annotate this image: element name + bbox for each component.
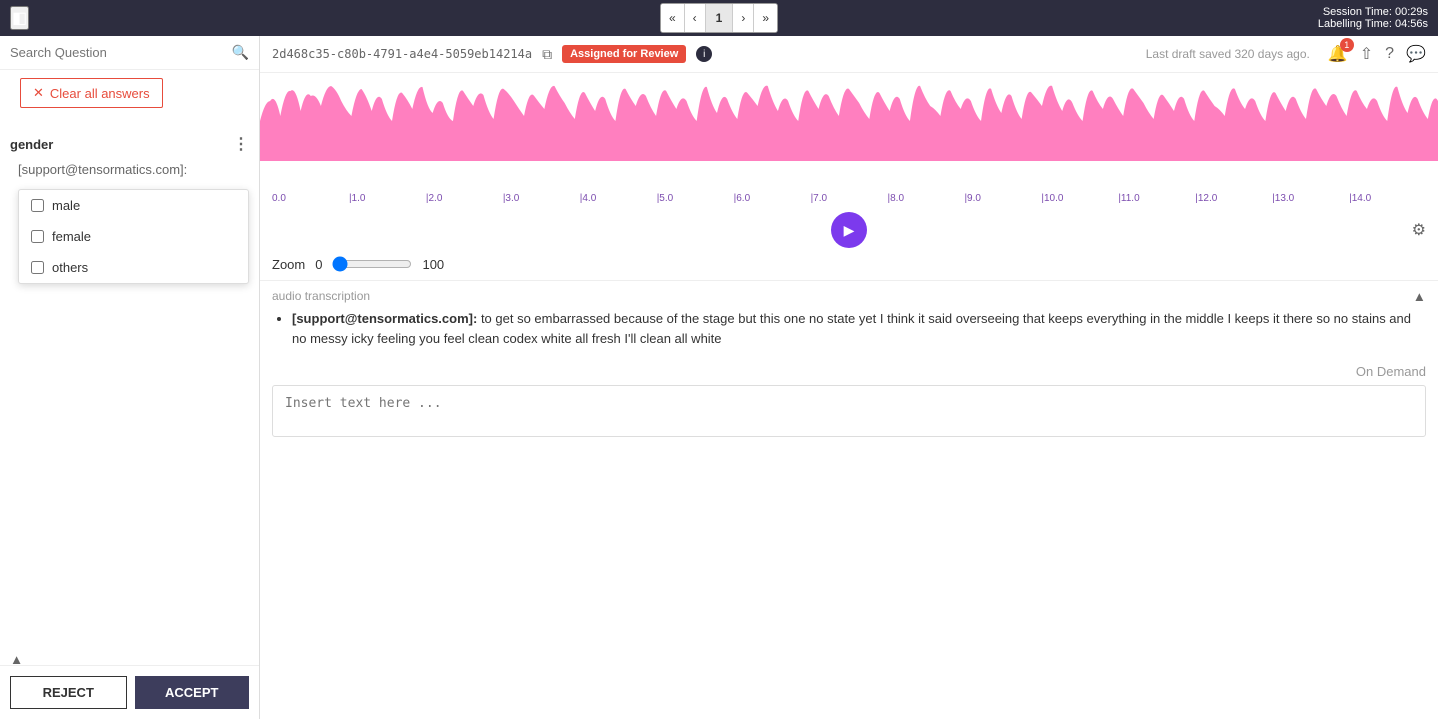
sidebar: 🔍 ✕ Clear all answers gender ⋮ [support@… <box>0 36 260 719</box>
search-input[interactable] <box>10 45 232 60</box>
info-icon[interactable]: i <box>696 46 712 62</box>
review-badge: Assigned for Review <box>562 45 686 63</box>
zoom-max: 100 <box>422 257 444 272</box>
logo-icon: ◧ <box>12 10 27 27</box>
time-8: |8.0 <box>888 193 965 204</box>
question-section: gender ⋮ [support@tensormatics.com]: mal… <box>0 124 259 665</box>
time-9: |9.0 <box>964 193 1041 204</box>
time-6: |6.0 <box>734 193 811 204</box>
time-7: |7.0 <box>811 193 888 204</box>
time-5: |5.0 <box>657 193 734 204</box>
reject-button[interactable]: REJECT <box>10 676 127 709</box>
time-0: 0.0 <box>272 193 349 204</box>
help-button[interactable]: ? <box>1385 45 1394 63</box>
content-area: 2d468c35-c80b-4791-a4e4-5059eb14214a ⧉ A… <box>260 36 1438 719</box>
transcript-item: [support@tensormatics.com]: to get so em… <box>292 309 1426 348</box>
time-4: |4.0 <box>580 193 657 204</box>
header-icons: 🔔 1 ⇧ ? 💬 <box>1328 44 1426 64</box>
zoom-slider[interactable] <box>332 256 412 272</box>
top-bar: ◧ « ‹ 1 › » Session Time: 00:29s Labelli… <box>0 0 1438 36</box>
messages-button[interactable]: 💬 <box>1406 44 1426 64</box>
time-10: |10.0 <box>1041 193 1118 204</box>
ondemand-section: On Demand <box>260 356 1438 450</box>
labelling-time: Labelling Time: 04:56s <box>1318 18 1428 30</box>
session-info: Session Time: 00:29s Labelling Time: 04:… <box>1318 6 1428 30</box>
transcript-section: ▲ audio transcription [support@tensormat… <box>260 280 1438 356</box>
time-13: |13.0 <box>1272 193 1349 204</box>
prev-page-button[interactable]: ‹ <box>685 4 706 32</box>
play-button[interactable]: ▶ <box>831 212 867 248</box>
time-2: |2.0 <box>426 193 503 204</box>
content-header: 2d468c35-c80b-4791-a4e4-5059eb14214a ⧉ A… <box>260 36 1438 73</box>
first-page-button[interactable]: « <box>661 4 685 32</box>
session-time: Session Time: 00:29s <box>1318 6 1428 18</box>
gender-dropdown: male female others <box>18 189 249 284</box>
collapse-transcript-button[interactable]: ▲ <box>1413 289 1426 304</box>
waveform-container[interactable]: // We'll just draw with CSS/SVG rects as… <box>260 73 1438 193</box>
transcript-label: audio transcription <box>272 289 1426 303</box>
text-input-area[interactable] <box>272 385 1426 437</box>
copy-icon[interactable]: ⧉ <box>542 46 552 63</box>
logo-button[interactable]: ◧ <box>10 6 29 30</box>
checkbox-female[interactable] <box>31 230 44 243</box>
question-label: gender ⋮ <box>10 134 249 154</box>
accept-button[interactable]: ACCEPT <box>135 676 250 709</box>
clear-answers-button[interactable]: ✕ Clear all answers <box>20 78 163 108</box>
transcript-text: [support@tensormatics.com]: to get so em… <box>272 309 1426 348</box>
x-icon: ✕ <box>33 85 44 101</box>
search-icon[interactable]: 🔍 <box>232 44 249 61</box>
question-value: [support@tensormatics.com]: <box>10 162 249 177</box>
search-box: 🔍 <box>0 36 259 70</box>
zoom-min: 0 <box>315 257 322 272</box>
current-page-button[interactable]: 1 <box>706 4 734 32</box>
navigation-controls: « ‹ 1 › » <box>660 3 778 33</box>
checkbox-male[interactable] <box>31 199 44 212</box>
last-page-button[interactable]: » <box>754 4 777 32</box>
clear-section: ✕ Clear all answers <box>0 70 259 124</box>
next-page-button[interactable]: › <box>733 4 754 32</box>
time-11: |11.0 <box>1118 193 1195 204</box>
time-1: |1.0 <box>349 193 426 204</box>
draft-saved: Last draft saved 320 days ago. <box>1146 47 1310 61</box>
time-14: |14.0 <box>1349 193 1426 204</box>
option-others[interactable]: others <box>19 252 248 283</box>
transcript-speaker: [support@tensormatics.com]: <box>292 311 477 326</box>
ondemand-label: On Demand <box>272 364 1426 379</box>
main-layout: 🔍 ✕ Clear all answers gender ⋮ [support@… <box>0 36 1438 719</box>
option-female[interactable]: female <box>19 221 248 252</box>
zoom-row: Zoom 0 100 <box>260 252 1438 280</box>
option-male[interactable]: male <box>19 190 248 221</box>
task-id: 2d468c35-c80b-4791-a4e4-5059eb14214a <box>272 47 532 61</box>
time-12: |12.0 <box>1195 193 1272 204</box>
sidebar-bottom: ▲ REJECT ACCEPT <box>0 665 259 719</box>
time-3: |3.0 <box>503 193 580 204</box>
audio-settings-button[interactable]: ⚙ <box>1412 220 1426 240</box>
notification-count: 1 <box>1340 38 1354 52</box>
checkbox-others[interactable] <box>31 261 44 274</box>
time-markers-row: // rendered below via static HTML 0.0 |1… <box>260 193 1438 208</box>
share-button[interactable]: ⇧ <box>1360 44 1373 64</box>
notifications-button[interactable]: 🔔 1 <box>1328 44 1348 64</box>
waveform-svg: // We'll just draw with CSS/SVG rects as… <box>260 81 1438 161</box>
collapse-sidebar-button[interactable]: ▲ <box>10 652 23 667</box>
playback-row: ▶ ⚙ <box>260 208 1438 252</box>
more-options-button[interactable]: ⋮ <box>233 134 249 154</box>
zoom-label: Zoom <box>272 257 305 272</box>
